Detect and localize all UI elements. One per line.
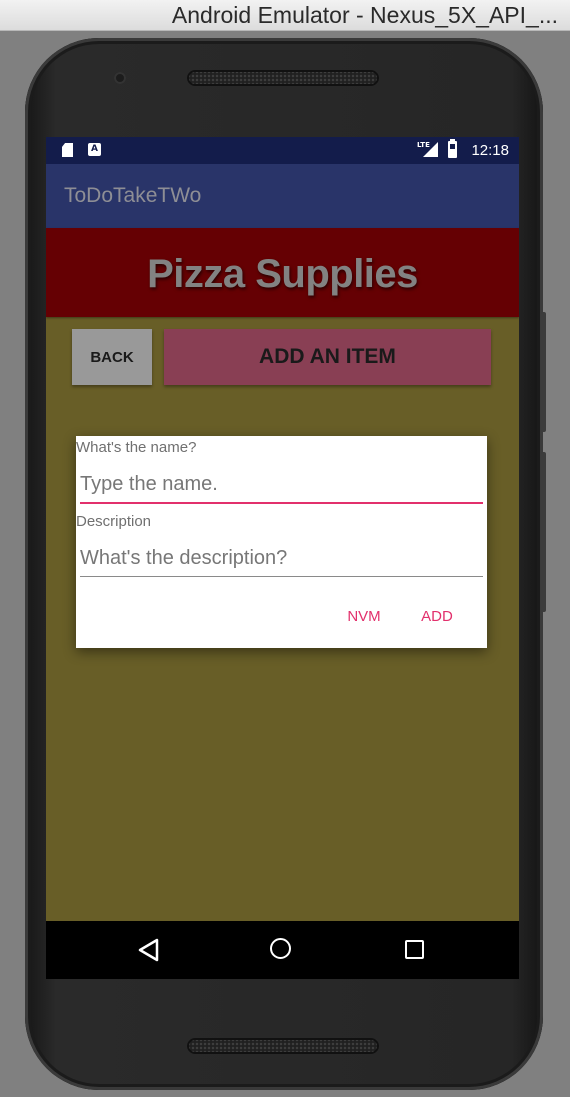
sd-card-icon [62,143,73,157]
back-triangle-icon[interactable] [138,938,160,962]
power-button[interactable] [541,312,546,432]
add-button[interactable]: ADD [414,599,460,633]
name-input[interactable] [80,466,483,504]
emulator-title-bar: Android Emulator - Nexus_5X_API_... [0,0,570,31]
recents-square-icon[interactable] [405,940,424,959]
home-circle-icon[interactable] [270,938,291,959]
list-title: Pizza Supplies [147,252,418,296]
volume-button[interactable] [541,452,546,612]
bottom-speaker-grille [187,1038,379,1054]
window-title: Android Emulator - Nexus_5X_API_... [171,2,558,28]
back-button[interactable]: BACK [72,329,152,385]
battery-icon [448,139,457,158]
list-header: Pizza Supplies [46,228,519,317]
nvm-button[interactable]: NVM [338,599,390,633]
add-item-button[interactable]: ADD AN ITEM [164,329,491,385]
front-camera [114,72,126,84]
status-bar: LTE 12:18 [46,137,519,164]
lte-label: LTE [417,141,430,149]
app-bar: ToDoTakeTWo [46,164,519,228]
top-speaker-grille [187,70,379,86]
navigation-bar [46,921,519,979]
device-screen: LTE 12:18 ToDoTakeTWo Pizza Supplies BAC… [46,137,519,979]
status-clock: 12:18 [471,142,509,159]
name-label: What's the name? [76,439,197,456]
a-notification-icon [88,143,101,156]
app-title: ToDoTakeTWo [64,184,202,207]
add-item-dialog: What's the name? Description NVM ADD [76,436,487,648]
description-label: Description [76,513,152,530]
description-input[interactable] [80,540,483,577]
